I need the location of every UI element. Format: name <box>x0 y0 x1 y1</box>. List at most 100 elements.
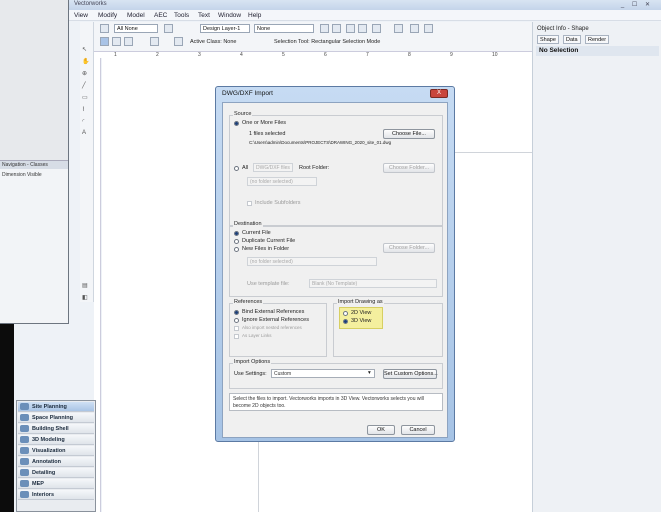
ok-button[interactable]: OK <box>367 425 395 435</box>
workspace-item[interactable]: Annotation <box>18 457 94 467</box>
duplicate-file-radio[interactable] <box>234 239 239 244</box>
toolbar-options-icon[interactable] <box>424 24 433 33</box>
toolbar-pan-icon[interactable] <box>332 24 341 33</box>
navigation-row[interactable]: Dimension Visible <box>2 172 42 178</box>
menu-window[interactable]: Window <box>218 12 241 19</box>
source-folder-field[interactable]: (no folder selected) <box>247 177 317 186</box>
ignore-references-radio[interactable] <box>234 318 239 323</box>
menu-view[interactable]: View <box>74 12 88 19</box>
3d-view-radio[interactable] <box>343 319 348 324</box>
workspace-label: Annotation <box>32 459 62 465</box>
menu-modify[interactable]: Modify <box>98 12 117 19</box>
zoom-tool-icon[interactable]: ⊕ <box>82 70 91 77</box>
pan-tool-icon[interactable]: ✋ <box>82 58 91 65</box>
workspace-item[interactable]: Building Shell <box>18 424 94 434</box>
arc-tool-icon[interactable]: ◜ <box>82 118 91 125</box>
workspace-icon <box>20 425 29 432</box>
rotate-mode-icon[interactable] <box>124 37 133 46</box>
workspace-icon <box>20 491 29 498</box>
title-bar: Vectorworks _ ☐ ✕ <box>14 0 661 10</box>
tab-shape[interactable]: Shape <box>537 35 559 44</box>
2d-view-label: 2D View <box>351 310 372 316</box>
text-tool-icon[interactable]: A <box>82 130 91 136</box>
workspace-item[interactable]: Visualization <box>18 446 94 456</box>
workspace-label: Detailing <box>32 470 56 476</box>
menu-text[interactable]: Text <box>198 12 210 19</box>
class-field[interactable]: None <box>254 24 314 33</box>
workspace-item[interactable]: Site Planning <box>18 402 94 412</box>
choose-source-folder-button[interactable]: Choose Folder... <box>383 163 435 173</box>
polyline-tool-icon[interactable]: ⌇ <box>82 106 91 113</box>
all-file-type-field[interactable]: DWG/DXF files <box>253 163 293 172</box>
toolbar-layout-icon[interactable] <box>410 24 419 33</box>
choose-file-button[interactable]: Choose File... <box>383 129 435 139</box>
destination-caption: Destination <box>233 221 263 227</box>
navigation-empty-area <box>0 0 68 160</box>
toolbar-view-icon[interactable] <box>346 24 355 33</box>
current-file-radio[interactable] <box>234 231 239 236</box>
toolbar-grid-icon[interactable] <box>372 24 381 33</box>
new-files-radio[interactable] <box>234 247 239 252</box>
cancel-button[interactable]: Cancel <box>401 425 435 435</box>
wall-tool-icon[interactable]: ▤ <box>82 282 91 289</box>
menu-bar: View Modify Model AEC Tools Text Window … <box>14 10 661 21</box>
workspace-item[interactable]: Interiors <box>18 490 94 500</box>
workspace-switcher: Site Planning Space Planning Building Sh… <box>16 400 96 512</box>
one-file-radio[interactable] <box>234 121 239 126</box>
lasso-mode-icon[interactable] <box>150 37 159 46</box>
workspace-icon <box>20 480 29 487</box>
nested-references-checkbox[interactable] <box>234 326 239 331</box>
window-controls[interactable]: _ ☐ ✕ <box>621 1 653 8</box>
class-visibility-field[interactable]: All None <box>114 24 158 33</box>
source-caption: Source <box>233 111 253 117</box>
tab-data[interactable]: Data <box>563 35 581 44</box>
move-mode-icon[interactable] <box>112 37 121 46</box>
menu-tools[interactable]: Tools <box>174 12 189 19</box>
2d-view-radio[interactable] <box>343 311 348 316</box>
workspace-icon <box>20 447 29 454</box>
choose-destination-folder-button[interactable]: Choose Folder... <box>383 243 435 253</box>
horizontal-ruler: 1 2 3 4 5 6 7 8 9 10 <box>94 51 544 58</box>
toolbar-render-icon[interactable] <box>358 24 367 33</box>
bind-references-radio[interactable] <box>234 310 239 315</box>
custom-options-button[interactable]: Set Custom Options... <box>383 369 438 379</box>
workspace-item[interactable]: Space Planning <box>18 413 94 423</box>
workspace-label: 3D Modeling <box>32 437 65 443</box>
door-tool-icon[interactable]: ◧ <box>82 294 91 301</box>
toolbar-zoom-icon[interactable] <box>320 24 329 33</box>
template-select[interactable]: Blank (No Template) <box>309 279 437 288</box>
workspace-label: Visualization <box>32 448 66 454</box>
rect-tool-icon[interactable]: ▭ <box>82 94 91 101</box>
menu-model[interactable]: Model <box>127 12 145 19</box>
ignore-references-label: Ignore External References <box>242 317 309 323</box>
tab-render[interactable]: Render <box>585 35 610 44</box>
workspace-icon <box>20 458 29 465</box>
use-settings-select[interactable]: Custom <box>271 369 375 378</box>
layer-links-checkbox[interactable] <box>234 334 239 339</box>
pointer-tool-icon[interactable]: ↖ <box>82 46 91 53</box>
line-tool-icon[interactable]: ╱ <box>82 82 91 89</box>
select-mode-icon[interactable] <box>100 37 109 46</box>
layer-field[interactable]: Design Layer-1 <box>200 24 250 33</box>
3d-view-label: 3D View <box>351 318 372 324</box>
polygon-mode-icon[interactable] <box>174 37 183 46</box>
toolbar-snap-icon[interactable] <box>394 24 403 33</box>
toolbar-arrow-icon[interactable] <box>100 24 109 33</box>
import-options-caption: Import Options <box>233 359 272 365</box>
destination-folder-field[interactable]: (no folder selected) <box>247 257 377 266</box>
active-class-label: Active Class: None <box>190 39 237 45</box>
current-file-label: Current File <box>242 230 271 236</box>
menu-help[interactable]: Help <box>248 12 261 19</box>
all-radio[interactable] <box>234 166 239 171</box>
references-caption: References <box>233 299 264 305</box>
file-path-label: C:\Users\admin\Documents\PROJECTS\DRAWIN… <box>249 140 392 145</box>
workspace-icon <box>20 469 29 476</box>
workspace-item[interactable]: Detailing <box>18 468 94 478</box>
toolbar-classes-icon[interactable] <box>164 24 173 33</box>
include-subfolders-checkbox[interactable] <box>247 201 252 206</box>
close-button[interactable]: X <box>430 89 448 98</box>
menu-aec[interactable]: AEC <box>154 12 167 19</box>
navigation-palette: Navigation - Classes Dimension Visible <box>0 0 69 324</box>
workspace-item[interactable]: MEP <box>18 479 94 489</box>
workspace-item[interactable]: 3D Modeling <box>18 435 94 445</box>
